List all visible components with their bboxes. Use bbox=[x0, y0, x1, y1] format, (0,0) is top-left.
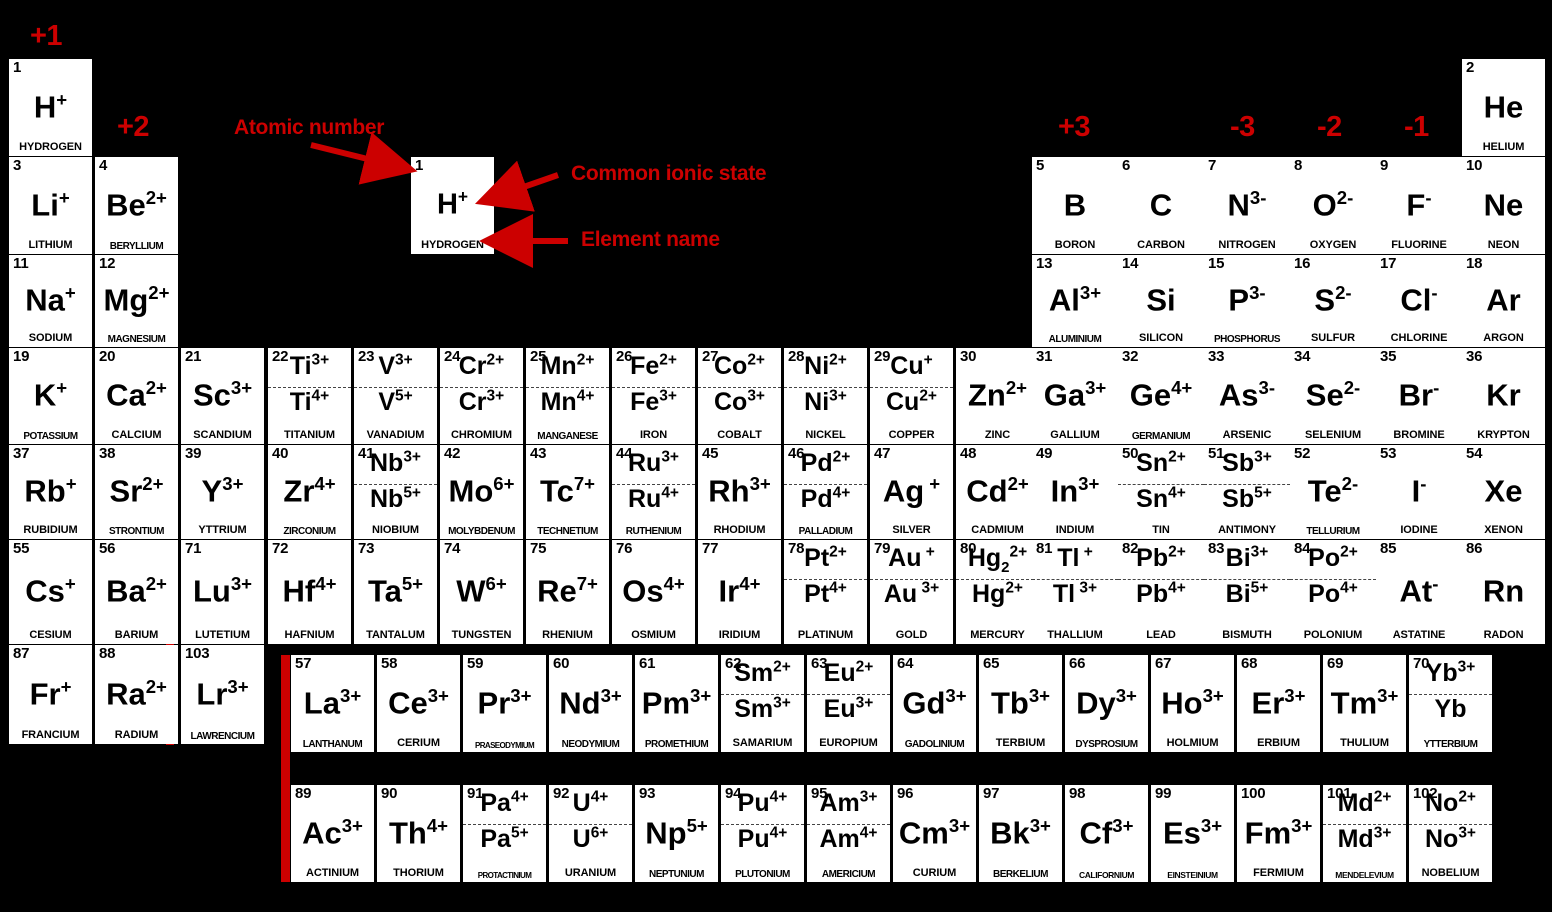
periodic-table-root: +1 +2 +3 -3 -2 -1 1 H+ HYDROGEN 2 He HELIUM 3 Li+ LIT… bbox=[0, 0, 1552, 912]
arrow-atomic-number bbox=[310, 132, 568, 268]
